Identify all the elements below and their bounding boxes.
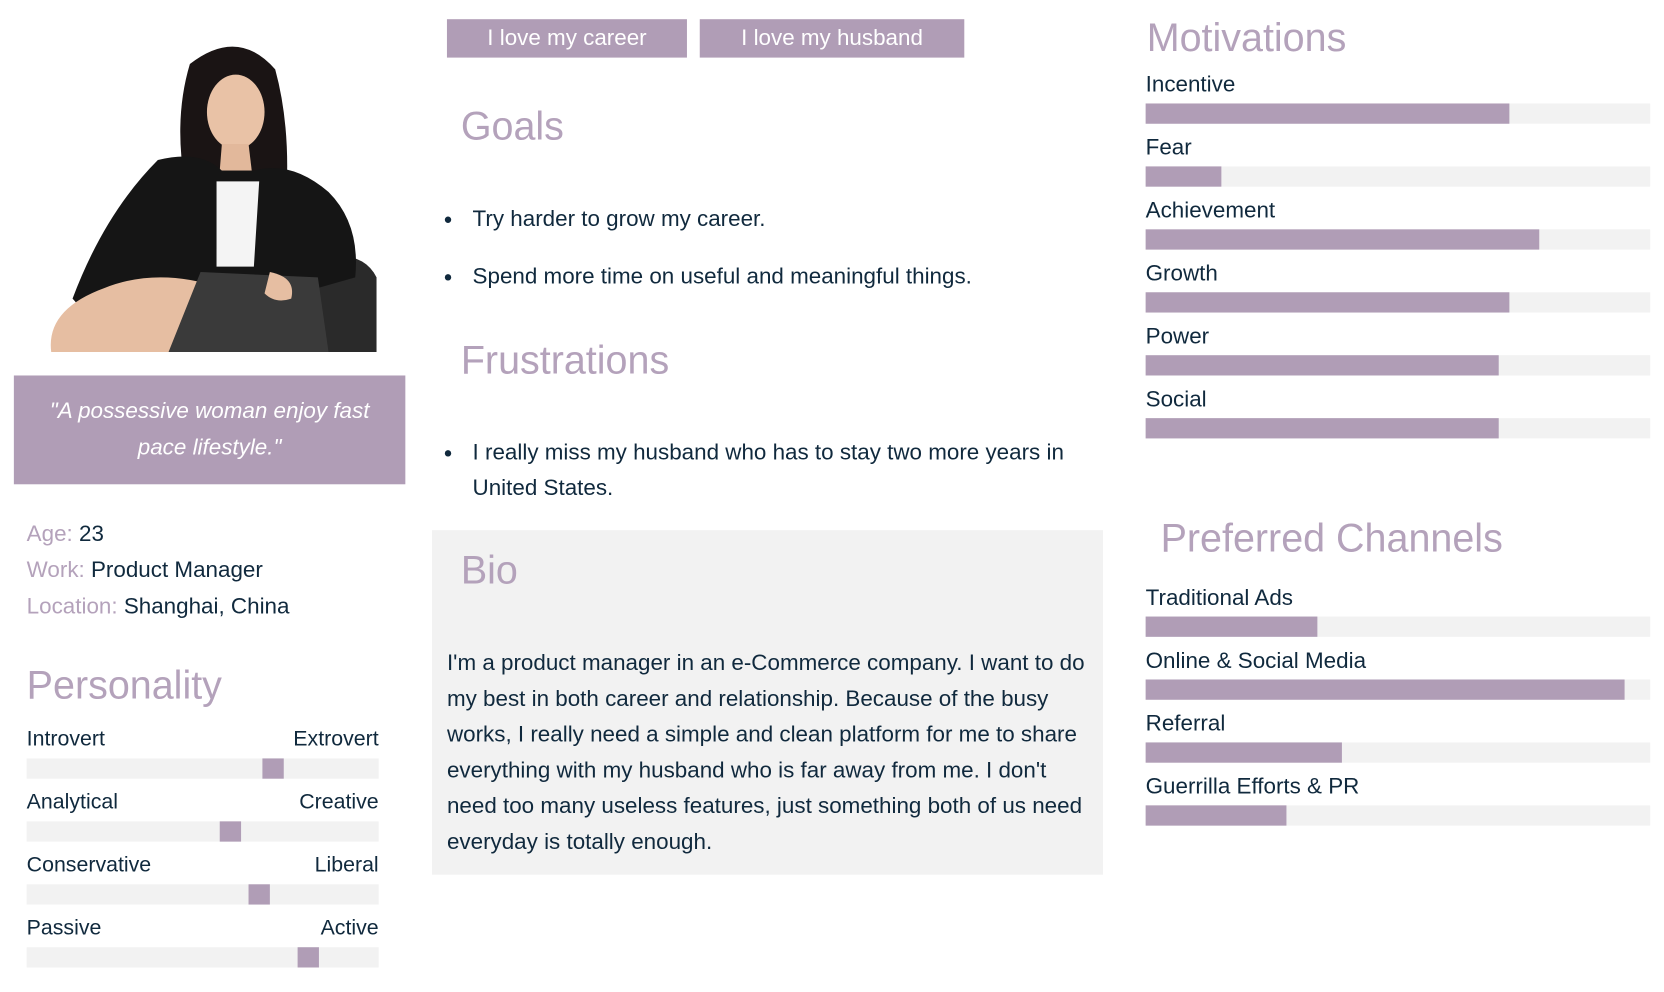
goals-heading: Goals bbox=[460, 104, 564, 149]
trait-labels: Conservative Liberal bbox=[27, 853, 379, 881]
channels-row: Referral bbox=[1145, 711, 1651, 763]
trait-right-label: Extrovert bbox=[293, 727, 379, 751]
trait-right-label: Creative bbox=[299, 790, 379, 814]
motivations-bar-fill bbox=[1145, 418, 1499, 439]
age-value: 23 bbox=[78, 521, 104, 547]
bio-heading: Bio bbox=[460, 548, 518, 593]
trait-left-label: Passive bbox=[26, 916, 102, 940]
motivations-bar-fill bbox=[1145, 355, 1499, 376]
channels-row: Online & Social Media bbox=[1145, 648, 1651, 700]
trait-slider-track bbox=[26, 884, 379, 905]
personality-heading: Personality bbox=[26, 663, 222, 708]
trait-slider-marker bbox=[297, 947, 319, 968]
motivations-bar-fill bbox=[1145, 166, 1222, 187]
trait-slider-marker bbox=[220, 821, 242, 842]
trait-slider-track bbox=[26, 947, 379, 968]
motivations-bar-track bbox=[1145, 103, 1651, 124]
goal-item: Try harder to grow my career. bbox=[444, 202, 1102, 237]
motivations-label: Incentive bbox=[1145, 72, 1236, 98]
motivations-bar-fill bbox=[1145, 292, 1509, 313]
motivations-label: Achievement bbox=[1145, 198, 1276, 223]
trait-left-label: Analytical bbox=[26, 790, 118, 814]
persona-page: "A possessive woman enjoy fast pace life… bbox=[0, 0, 1664, 992]
personality-trait: Analytical Creative bbox=[26, 790, 379, 842]
trait-slider-track bbox=[26, 821, 379, 842]
goal-item: Spend more time on useful and meaningful… bbox=[444, 259, 1102, 294]
motivations-bar-track bbox=[1145, 355, 1651, 376]
persona-photo bbox=[40, 32, 390, 353]
channels-bar-track bbox=[1145, 679, 1651, 700]
channels-label: Online & Social Media bbox=[1145, 648, 1367, 674]
motivations-row: Achievement bbox=[1145, 198, 1651, 250]
personality-trait: Introvert Extrovert bbox=[26, 727, 379, 779]
motivations-row: Growth bbox=[1145, 261, 1651, 313]
motivations-label: Social bbox=[1145, 387, 1207, 412]
motivations-label: Fear bbox=[1145, 135, 1192, 161]
frustrations-heading: Frustrations bbox=[460, 338, 670, 382]
motivations-bar-fill bbox=[1145, 103, 1509, 124]
channels-row: Guerrilla Efforts & PR bbox=[1145, 774, 1651, 826]
channels-bar-track bbox=[1145, 616, 1651, 637]
channels-bar-track bbox=[1145, 805, 1651, 826]
trait-slider-track bbox=[26, 758, 379, 779]
bio-panel: Bio I'm a product manager in an e-Commer… bbox=[432, 530, 1103, 875]
motivations-bar-track bbox=[1145, 166, 1651, 187]
persona-quote: "A possessive woman enjoy fast pace life… bbox=[13, 375, 406, 485]
tag-career: I love my career bbox=[446, 19, 687, 58]
frustration-item: I really miss my husband who has to stay… bbox=[444, 435, 1092, 505]
location-label: Location: bbox=[26, 594, 118, 619]
trait-labels: Introvert Extrovert bbox=[27, 727, 379, 755]
motivations-bar-track bbox=[1145, 418, 1651, 439]
work-value: Product Manager bbox=[90, 557, 263, 583]
motivations-label: Power bbox=[1145, 324, 1210, 349]
motivations-row: Incentive bbox=[1145, 72, 1651, 124]
channels-bar-fill bbox=[1145, 679, 1625, 700]
bio-text: I'm a product manager in an e-Commerce c… bbox=[446, 650, 1085, 855]
motivations-row: Power bbox=[1145, 324, 1651, 376]
personality-trait: Conservative Liberal bbox=[26, 853, 379, 905]
channels-bar-fill bbox=[1145, 742, 1343, 763]
channels-row: Traditional Ads bbox=[1145, 585, 1651, 637]
channels-label: Referral bbox=[1145, 711, 1226, 737]
trait-slider-marker bbox=[262, 758, 284, 779]
motivations-bar-track bbox=[1145, 229, 1651, 250]
motivations-bar-track bbox=[1145, 292, 1651, 313]
motivations-heading: Motivations bbox=[1146, 16, 1347, 60]
trait-right-label: Active bbox=[320, 916, 379, 940]
channels-bar-track bbox=[1145, 742, 1651, 763]
age-row: Age: 23 bbox=[27, 522, 104, 548]
channels-label: Guerrilla Efforts & PR bbox=[1145, 774, 1360, 799]
location-row: Location: Shanghai, China bbox=[27, 594, 290, 620]
motivations-row: Fear bbox=[1145, 135, 1651, 187]
motivations-row: Social bbox=[1145, 387, 1651, 439]
channels-heading: Preferred Channels bbox=[1160, 516, 1503, 561]
age-label: Age: bbox=[26, 521, 73, 547]
work-label: Work: bbox=[26, 557, 85, 583]
location-value: Shanghai, China bbox=[123, 594, 290, 619]
trait-left-label: Conservative bbox=[26, 853, 152, 877]
motivations-label: Growth bbox=[1145, 261, 1218, 286]
channels-bar-fill bbox=[1145, 616, 1318, 637]
tag-husband: I love my husband bbox=[699, 19, 965, 58]
trait-right-label: Liberal bbox=[314, 853, 379, 877]
channels-bar-fill bbox=[1145, 805, 1287, 826]
work-row: Work: Product Manager bbox=[27, 558, 263, 584]
trait-labels: Analytical Creative bbox=[27, 790, 379, 818]
channels-label: Traditional Ads bbox=[1145, 585, 1293, 611]
personality-trait: Passive Active bbox=[26, 916, 379, 968]
motivations-bar-fill bbox=[1145, 229, 1540, 250]
trait-left-label: Introvert bbox=[26, 727, 105, 751]
trait-slider-marker bbox=[248, 884, 270, 905]
trait-labels: Passive Active bbox=[27, 916, 379, 944]
